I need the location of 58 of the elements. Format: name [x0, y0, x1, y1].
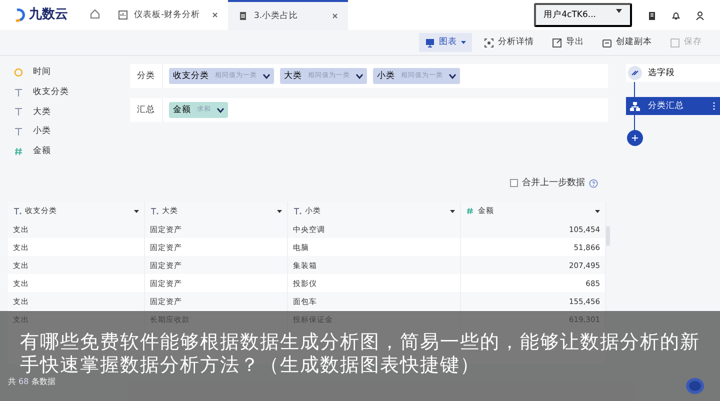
help-icon[interactable] [589, 178, 598, 188]
text-type-icon [14, 88, 23, 97]
user-icon[interactable] [696, 10, 704, 20]
toolbar-button[interactable]: 导出 [546, 33, 590, 52]
text-type-icon [13, 207, 22, 215]
text-type-icon [293, 207, 302, 215]
toolbar-button[interactable]: 分析详情 [478, 33, 540, 52]
checkbox-label: 合并上一步数据 [522, 176, 585, 190]
hash-icon [466, 207, 475, 215]
close-icon[interactable] [332, 13, 338, 19]
field-item[interactable]: 小类 [14, 125, 106, 138]
caret-icon [616, 8, 622, 13]
logo-icon [14, 8, 26, 22]
chevron-icon [263, 74, 270, 78]
row-count: 共 68 条数据 [8, 376, 56, 388]
chevron-icon [217, 108, 224, 112]
bell-icon[interactable] [672, 10, 680, 20]
logo-text: 九数云 [29, 6, 68, 24]
sheet-icon [238, 11, 248, 21]
field-item[interactable]: 金额 [14, 145, 106, 158]
caret-icon[interactable] [595, 210, 600, 212]
row-label: 汇总 [130, 98, 163, 122]
export-icon [552, 38, 562, 48]
hierarchy-icon [628, 99, 642, 113]
text-type-icon [14, 107, 23, 116]
caption-text: 有哪些免费软件能够根据数据生成分析图，简易一些的，能够让数据分析的新手快速掌握数据分析方法？（生成数据图表快捷键） [20, 331, 701, 377]
caret-icon [461, 41, 466, 44]
user-dropdown[interactable]: 用户4cTK6... [534, 2, 632, 28]
monitor-icon [425, 38, 435, 48]
toolbar-button[interactable]: 图表 [419, 33, 472, 52]
step-item[interactable]: 选字段 [626, 64, 720, 82]
field-item[interactable]: 大类 [14, 106, 106, 118]
toolbar-button[interactable]: 创建副本 [596, 33, 658, 52]
save-icon [670, 38, 680, 48]
tab[interactable]: 3.小类占比 [228, 0, 348, 30]
field-item[interactable]: 收支分类 [14, 86, 106, 98]
caret-icon[interactable] [277, 210, 282, 212]
text-type-icon [150, 207, 159, 215]
building-icon[interactable] [648, 10, 656, 20]
plus-icon [632, 135, 638, 141]
home-icon[interactable] [90, 8, 100, 19]
caret-icon[interactable] [450, 210, 455, 212]
text-type-icon [14, 127, 23, 136]
close-icon[interactable] [212, 12, 218, 18]
caret-icon[interactable] [134, 210, 139, 212]
chevron-icon [356, 74, 363, 78]
scan-icon [484, 38, 494, 48]
field-select-icon [628, 66, 642, 80]
row-label: 分类 [130, 64, 163, 88]
field-item[interactable]: 时间 [14, 66, 106, 79]
checkbox[interactable] [510, 179, 518, 188]
dashboard-icon [118, 10, 128, 20]
clock-icon [14, 68, 23, 77]
step-item[interactable]: 分类汇总 [626, 97, 720, 115]
add-step-button[interactable] [627, 130, 643, 146]
chevron-icon [449, 74, 456, 78]
hash-icon [14, 146, 23, 156]
copy-icon [602, 38, 612, 48]
